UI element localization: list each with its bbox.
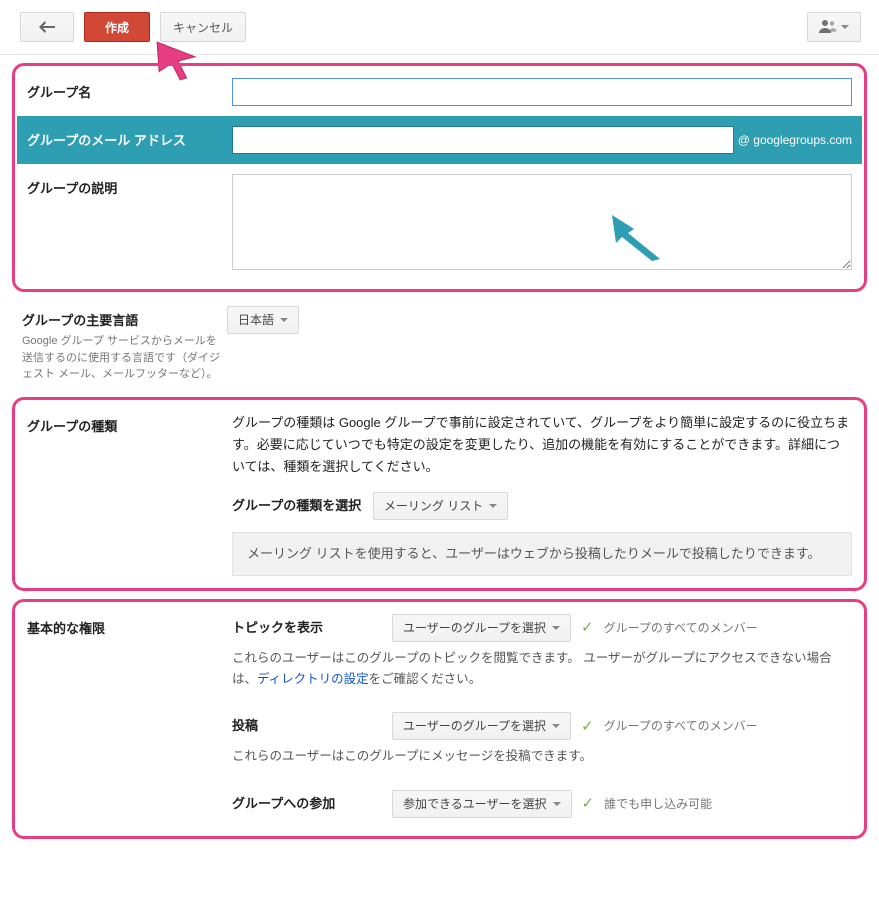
perm-join-title: グループへの参加 [232, 793, 382, 815]
perm-topic-desc: これらのユーザーはこのグループのトピックを閲覧できます。 ユーザーがグループにア… [232, 648, 852, 691]
group-desc-textarea[interactable] [232, 174, 852, 270]
perm-post-desc: これらのユーザーはこのグループにメッセージを投稿できます。 [232, 746, 852, 767]
perm-post: 投稿 ユーザーのグループを選択 ✓ グループのすべてのメンバー これらのユーザー… [232, 712, 852, 767]
group-type-desc: グループの種類は Google グループで事前に設定されていて、グループをより簡… [232, 412, 852, 478]
group-email-input[interactable] [232, 126, 734, 154]
row-group-desc: グループの説明 [17, 164, 862, 287]
highlight-group-type: グループの種類 グループの種類は Google グループで事前に設定されていて、… [12, 397, 867, 591]
highlight-permissions: 基本的な権限 トピックを表示 ユーザーのグループを選択 ✓ グループのすべてのメ… [12, 599, 867, 839]
label-group-type: グループの種類 [27, 412, 232, 435]
perm-post-select[interactable]: ユーザーのグループを選択 [392, 712, 571, 740]
perm-join-select[interactable]: 参加できるユーザーを選択 [392, 790, 572, 818]
chevron-down-icon [280, 318, 288, 322]
label-language: グループの主要言語 Google グループ サービスからメールを送信するのに使用… [22, 306, 227, 383]
back-button[interactable] [20, 12, 74, 42]
chevron-down-icon [553, 802, 561, 806]
perm-topic-title: トピックを表示 [232, 617, 382, 639]
group-type-select[interactable]: メーリング リスト [373, 492, 508, 520]
perm-topic-select[interactable]: ユーザーのグループを選択 [392, 614, 571, 642]
cancel-button[interactable]: キャンセル [160, 12, 246, 42]
row-language: グループの主要言語 Google グループ サービスからメールを送信するのに使用… [22, 300, 857, 389]
label-group-name: グループ名 [27, 78, 232, 101]
perm-topic-all: グループのすべてのメンバー [604, 618, 758, 638]
label-language-sub: Google グループ サービスからメールを送信するのに使用する言語です（ダイジ… [22, 333, 227, 383]
person-add-icon [819, 19, 837, 36]
create-button[interactable]: 作成 [84, 12, 150, 42]
manage-members-button[interactable] [807, 12, 861, 42]
email-domain-suffix: @ googlegroups.com [738, 130, 852, 150]
chevron-down-icon [552, 724, 560, 728]
perm-join: グループへの参加 参加できるユーザーを選択 ✓ 誰でも申し込み可能 [232, 790, 852, 818]
label-group-desc: グループの説明 [27, 174, 232, 197]
row-group-type: グループの種類 グループの種類は Google グループで事前に設定されていて、… [17, 402, 862, 586]
perm-post-title: 投稿 [232, 715, 382, 737]
toolbar: 作成 キャンセル [0, 0, 879, 55]
arrow-left-icon [39, 21, 55, 33]
perm-join-all: 誰でも申し込み可能 [604, 794, 712, 814]
perm-post-all: グループのすべてのメンバー [604, 716, 758, 736]
group-type-info: メーリング リストを使用すると、ユーザーはウェブから投稿したりメールで投稿したり… [232, 532, 852, 576]
group-name-input[interactable] [232, 78, 852, 106]
directory-settings-link[interactable]: ディレクトリの設定 [257, 672, 369, 686]
chevron-down-icon [841, 25, 849, 29]
label-group-type-select: グループの種類を選択 [232, 498, 361, 513]
perm-topic: トピックを表示 ユーザーのグループを選択 ✓ グループのすべてのメンバー これら… [232, 614, 852, 691]
row-permissions: 基本的な権限 トピックを表示 ユーザーのグループを選択 ✓ グループのすべてのメ… [17, 604, 862, 834]
label-permissions: 基本的な権限 [27, 614, 232, 637]
row-group-email: グループのメール アドレス @ googlegroups.com [17, 116, 862, 164]
language-select[interactable]: 日本語 [227, 306, 299, 334]
check-icon: ✓ [582, 791, 595, 817]
label-group-email: グループのメール アドレス [27, 126, 232, 149]
check-icon: ✓ [581, 714, 594, 740]
row-group-name: グループ名 [17, 68, 862, 116]
highlight-basic-info: グループ名 グループのメール アドレス @ googlegroups.com グ… [12, 63, 867, 292]
chevron-down-icon [552, 626, 560, 630]
check-icon: ✓ [581, 615, 594, 641]
chevron-down-icon [489, 504, 497, 508]
